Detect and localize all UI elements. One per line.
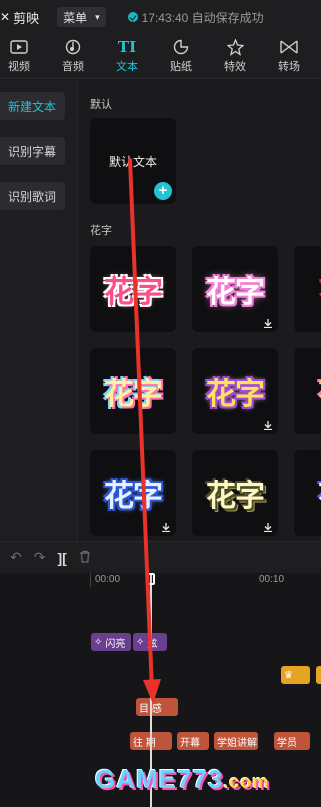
- crown-icon: ♛: [284, 669, 293, 681]
- autosave-status: 17:43:40 自动保存成功: [127, 9, 264, 26]
- sparkle-icon: ✧: [94, 636, 103, 648]
- sidebar-item-recognize-subtitles[interactable]: 识别字幕: [0, 137, 65, 165]
- chevron-down-icon: ▾: [95, 11, 100, 22]
- text-sidebar: 新建文本 识别字幕 识别歌词: [0, 80, 78, 540]
- flower-text-preset[interactable]: 花字: [90, 348, 176, 434]
- section-default-label: 默认: [90, 99, 112, 111]
- effects-icon: [226, 38, 244, 56]
- default-text-card[interactable]: 默认文本 +: [90, 118, 176, 204]
- default-text-label: 默认文本: [108, 154, 157, 169]
- flower-text-preset[interactable]: 花字: [192, 348, 278, 434]
- flower-text-sample: 花字: [206, 378, 265, 411]
- sticker-clip[interactable]: ♛: [281, 666, 310, 684]
- text-clip-selected[interactable]: 目 感: [136, 698, 178, 716]
- undo-icon[interactable]: ↶: [10, 549, 22, 566]
- text-clip[interactable]: 开幕: [177, 732, 209, 750]
- section-flower-label: 花字: [90, 225, 112, 237]
- download-icon[interactable]: [161, 522, 171, 532]
- download-icon[interactable]: [263, 420, 273, 430]
- video-icon: [10, 38, 28, 56]
- app-name: 剪映: [13, 10, 40, 26]
- tick-label: 00:10: [259, 574, 285, 585]
- watermark-logo: GAME773.com: [95, 764, 270, 794]
- flower-text-sample: 花字: [104, 378, 163, 411]
- flower-text-sample: 花字: [104, 276, 163, 309]
- redo-icon[interactable]: ↷: [34, 549, 46, 566]
- menu-button[interactable]: 菜单 ▾: [57, 7, 106, 27]
- audio-icon: [65, 38, 81, 56]
- flower-text-preset[interactable]: 花字: [192, 450, 278, 536]
- tool-tabs: 视频 音频 TI 文本 贴纸 特效 转场: [0, 34, 321, 79]
- playhead-handle[interactable]: [147, 573, 155, 585]
- flower-text-sample: 花字: [206, 480, 265, 513]
- sidebar-item-recognize-lyrics[interactable]: 识别歌词: [0, 182, 65, 210]
- timeline-toolbar: ↶ ↷ ][: [0, 541, 321, 573]
- tick-label: 00:00: [95, 574, 121, 585]
- tab-text[interactable]: TI 文本: [100, 34, 154, 78]
- add-icon[interactable]: +: [154, 182, 172, 200]
- tab-sticker[interactable]: 贴纸: [154, 34, 208, 78]
- flower-text-preset[interactable]: 花字: [294, 450, 321, 536]
- split-icon[interactable]: ][: [57, 550, 66, 566]
- transition-icon: [280, 38, 298, 56]
- time-ruler[interactable]: 00:00 00:10: [90, 573, 321, 587]
- flower-text-sample: 花字: [104, 480, 163, 513]
- text-icon: TI: [117, 38, 137, 56]
- text-content-panel: 默认 默认文本 + 花字 花字 花字 花字 花字 花字 花字 花字 花字 花字: [79, 80, 321, 540]
- tab-video[interactable]: 视频: [0, 34, 46, 78]
- sidebar-item-new-text[interactable]: 新建文本: [0, 92, 65, 120]
- flower-text-preset[interactable]: 花字: [294, 246, 321, 332]
- sticker-icon: [173, 38, 189, 56]
- tab-audio[interactable]: 音频: [46, 34, 100, 78]
- download-icon[interactable]: [263, 318, 273, 328]
- text-clip[interactable]: 学姐讲解: [214, 732, 258, 750]
- flower-text-preset[interactable]: 花字: [192, 246, 278, 332]
- tab-transition[interactable]: 转场: [262, 34, 316, 78]
- menu-label: 菜单: [63, 10, 88, 25]
- flower-text-preset[interactable]: 花字: [90, 246, 176, 332]
- capcut-logo-icon: ✕: [0, 10, 11, 24]
- top-bar: ✕ 剪映 菜单 ▾ 17:43:40 自动保存成功: [0, 0, 321, 34]
- text-clip[interactable]: 学员: [274, 732, 310, 750]
- delete-icon[interactable]: [79, 550, 91, 566]
- sticker-clip[interactable]: [316, 666, 321, 684]
- check-circle-icon: [127, 12, 138, 22]
- tab-effects[interactable]: 特效: [208, 34, 262, 78]
- download-icon[interactable]: [263, 522, 273, 532]
- flower-text-preset[interactable]: 花字: [90, 450, 176, 536]
- flower-text-preset[interactable]: 花字: [294, 348, 321, 434]
- app-title: ✕ 剪映: [0, 8, 39, 27]
- effect-clip[interactable]: ✧ 闪亮: [91, 633, 131, 651]
- autosave-text: 17:43:40 自动保存成功: [141, 10, 264, 25]
- flower-text-sample: 花字: [206, 276, 265, 309]
- sparkle-icon: ✧: [136, 636, 145, 648]
